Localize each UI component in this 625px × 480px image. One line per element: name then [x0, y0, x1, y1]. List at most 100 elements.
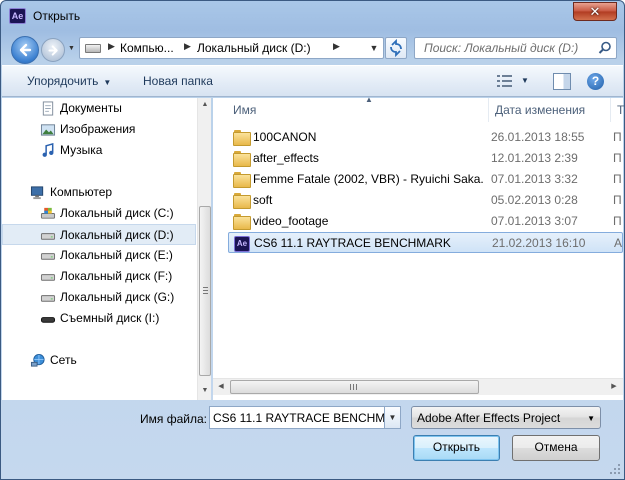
file-name: after_effects [253, 151, 319, 165]
column-header-name[interactable]: ▲ Имя [227, 95, 489, 122]
file-type-value: Adobe After Effects Project [417, 411, 561, 425]
grip-line [356, 384, 357, 390]
file-type: П [613, 172, 622, 186]
after-effects-project-icon: Ae [234, 236, 250, 252]
organize-button[interactable]: Упорядочить ▼ [27, 74, 111, 88]
drive-icon [40, 274, 56, 281]
scroll-up-arrow-icon[interactable]: ▲ [198, 98, 212, 112]
file-row-video-footage[interactable]: video_footage 07.01.2013 3:07 П [228, 211, 623, 232]
breadcrumb-chevron-icon[interactable]: ▶ [333, 41, 340, 52]
system-drive-icon [40, 207, 56, 219]
file-row-after-effects[interactable]: after_effects 12.01.2013 2:39 П [228, 148, 623, 169]
help-icon[interactable]: ? [587, 73, 604, 90]
nav-item-computer[interactable]: Компьютер [2, 182, 196, 203]
grip-line [353, 384, 354, 390]
nav-item-drive-c[interactable]: Локальный диск (C:) [2, 203, 196, 224]
nav-item-drive-g[interactable]: Локальный диск (G:) [2, 287, 196, 308]
nav-item-label: Музыка [60, 143, 103, 157]
drive-icon [40, 233, 56, 240]
file-type: A [614, 236, 623, 250]
file-date: 12.01.2013 2:39 [491, 151, 578, 165]
address-bar[interactable]: ▶ Компью... ▶ Локальный диск (D:) ▶ ▼ [79, 37, 384, 59]
column-header-type[interactable]: Т [611, 98, 624, 122]
nav-item-music[interactable]: Музыка [2, 140, 196, 161]
title-bar[interactable]: Ae Открыть ✕ [1, 1, 624, 31]
scroll-left-arrow-icon[interactable]: ◀ [213, 379, 229, 395]
column-header-date[interactable]: Дата изменения [489, 98, 611, 122]
search-box[interactable]: Поиск: Локальный диск (D:) [414, 37, 617, 59]
breadcrumb-computer[interactable]: Компью... [120, 41, 174, 55]
file-type-select[interactable]: Adobe After Effects Project ▼ [411, 406, 601, 429]
drive-icon [40, 253, 56, 260]
open-file-dialog: Ae Открыть ✕ ▼ ▶ Компью... ▶ Локальный д… [0, 0, 625, 480]
nav-item-documents[interactable]: Документы [2, 98, 196, 119]
grip-line [203, 287, 208, 288]
search-input[interactable]: Поиск: Локальный диск (D:) [424, 41, 578, 55]
nav-item-drive-d[interactable]: Локальный диск (D:) [2, 224, 196, 245]
open-button[interactable]: Открыть [413, 435, 500, 461]
nav-item-label: Сеть [50, 353, 77, 367]
filename-history-dropdown-icon[interactable]: ▼ [384, 406, 401, 429]
scroll-right-arrow-icon[interactable]: ▶ [606, 379, 622, 395]
refresh-icon [390, 38, 402, 58]
file-row-soft[interactable]: soft 05.02.2013 0:28 П [228, 190, 623, 211]
folder-icon [233, 193, 251, 209]
back-button[interactable] [11, 36, 39, 64]
nav-item-network[interactable]: Сеть [2, 350, 196, 371]
scroll-down-arrow-icon[interactable]: ▼ [198, 384, 212, 398]
file-row-100canon[interactable]: 100CANON 26.01.2013 18:55 П [228, 127, 623, 148]
nav-item-drive-f[interactable]: Локальный диск (F:) [2, 266, 196, 287]
address-history-dropdown-icon[interactable]: ▼ [366, 40, 382, 56]
file-name: CS6 11.1 RAYTRACE BENCHMARK [254, 236, 451, 250]
new-folder-button[interactable]: Новая папка [143, 74, 213, 88]
close-button[interactable]: ✕ [573, 2, 617, 21]
arrow-right-icon [48, 45, 58, 56]
forward-button[interactable] [41, 38, 65, 62]
breadcrumb-chevron-icon[interactable]: ▶ [108, 41, 115, 52]
grip-line [203, 293, 208, 294]
folder-icon [233, 172, 251, 188]
grip-line [203, 290, 208, 291]
preview-pane-icon[interactable] [553, 73, 571, 90]
nav-item-label: Локальный диск (D:) [60, 228, 174, 242]
command-toolbar: Упорядочить ▼ Новая папка ▼ ? [2, 65, 623, 97]
file-row-cs6-raytrace-benchmark[interactable]: Ae CS6 11.1 RAYTRACE BENCHMARK 21.02.201… [228, 232, 623, 253]
scrollbar-thumb[interactable] [230, 380, 479, 394]
nav-item-label: Локальный диск (E:) [60, 248, 173, 262]
file-type: П [613, 130, 622, 144]
arrow-left-icon [19, 43, 32, 57]
resize-grip-icon[interactable] [609, 463, 621, 475]
documents-icon [42, 101, 54, 116]
search-icon[interactable] [598, 41, 612, 55]
nav-item-pictures[interactable]: Изображения [2, 119, 196, 140]
scrollbar-thumb[interactable] [199, 206, 211, 376]
recent-locations-dropdown-icon[interactable]: ▼ [68, 45, 77, 54]
breadcrumb-drive-d[interactable]: Локальный диск (D:) [197, 41, 311, 55]
nav-item-label: Локальный диск (F:) [60, 269, 173, 283]
filename-input[interactable]: CS6 11.1 RAYTRACE BENCHMAI [209, 406, 384, 429]
nav-pane-scrollbar[interactable]: ▲ ▼ [197, 98, 211, 400]
file-list: ▲ Имя Дата изменения Т 100CANON 26.01.20… [213, 95, 624, 400]
network-icon [30, 353, 45, 367]
cancel-button[interactable]: Отмена [512, 435, 600, 461]
nav-item-label: Локальный диск (C:) [60, 206, 174, 220]
pictures-icon [40, 124, 56, 136]
file-date: 07.01.2013 3:07 [491, 214, 578, 228]
view-options-icon[interactable] [496, 73, 516, 89]
breadcrumb-chevron-icon[interactable]: ▶ [184, 41, 191, 52]
file-type: П [613, 214, 622, 228]
after-effects-app-icon: Ae [9, 8, 26, 24]
nav-item-label: Изображения [60, 122, 136, 136]
music-icon [42, 143, 54, 157]
refresh-button[interactable] [385, 37, 407, 59]
chevron-down-icon: ▼ [587, 414, 595, 423]
nav-item-drive-e[interactable]: Локальный диск (E:) [2, 245, 196, 266]
file-list-horizontal-scrollbar[interactable]: ◀ ▶ [213, 378, 623, 395]
computer-icon [30, 186, 44, 200]
folder-icon [233, 214, 251, 230]
file-name: 100CANON [253, 130, 317, 144]
file-row-femme-fatale[interactable]: Femme Fatale (2002, VBR) - Ryuichi Saka.… [228, 169, 623, 190]
nav-item-drive-i[interactable]: Съемный диск (I:) [2, 308, 196, 329]
view-dropdown-icon[interactable]: ▼ [521, 76, 529, 85]
nav-item-label: Съемный диск (I:) [60, 311, 160, 325]
